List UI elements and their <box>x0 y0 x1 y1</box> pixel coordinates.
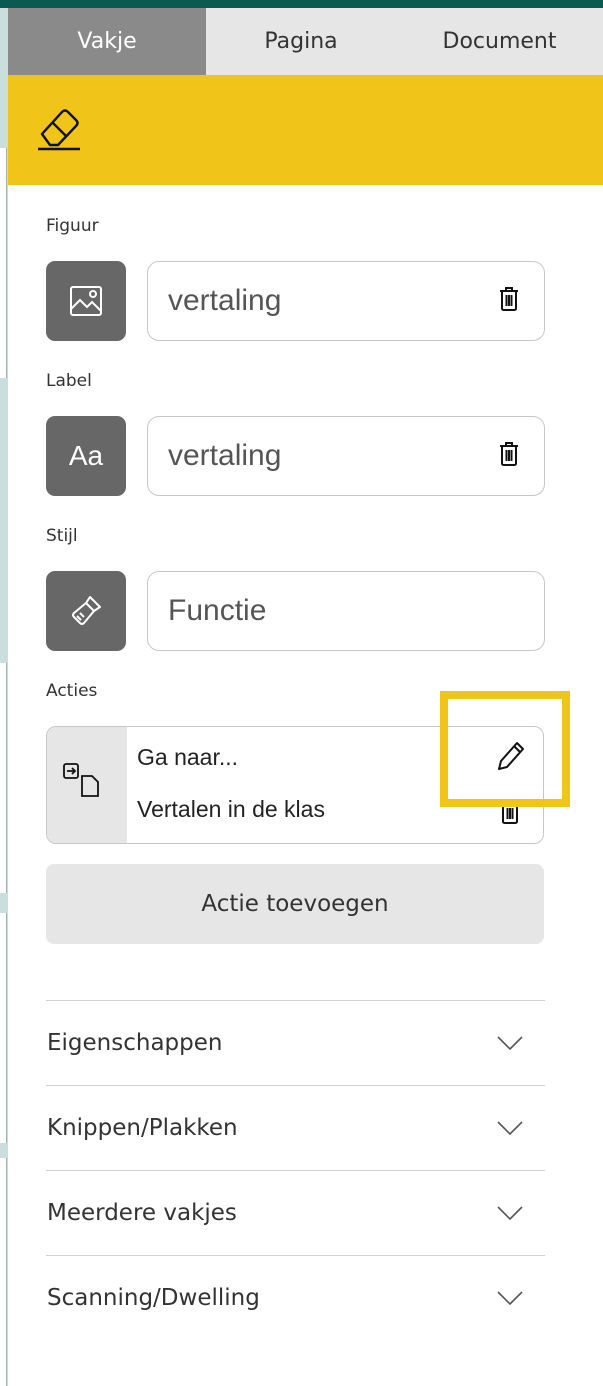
tool-banner <box>8 75 603 185</box>
figuur-label: Figuur <box>46 216 99 236</box>
acties-label: Acties <box>46 681 98 701</box>
accordion-knippen-plakken[interactable]: Knippen/Plakken <box>46 1085 545 1170</box>
accordion-label: Eigenschappen <box>47 1030 223 1056</box>
label-label: Label <box>46 371 92 391</box>
text-aa-icon[interactable]: Aa <box>46 416 126 496</box>
add-action-button[interactable]: Actie toevoegen <box>46 864 544 944</box>
paintbrush-icon[interactable] <box>46 571 126 651</box>
tab-bar: Vakje Pagina Document <box>8 8 603 75</box>
label-field[interactable]: vertaling <box>147 416 545 496</box>
trash-icon[interactable] <box>498 286 520 316</box>
accordion-eigenschappen[interactable]: Eigenschappen <box>46 1000 545 1085</box>
trash-icon[interactable] <box>498 441 520 471</box>
action-icon-area <box>47 727 127 843</box>
stijl-value: Functie <box>168 594 267 627</box>
tab-pagina[interactable]: Pagina <box>206 8 396 75</box>
chevron-down-icon <box>497 1036 523 1051</box>
highlight-box <box>440 691 570 807</box>
stijl-label: Stijl <box>46 526 78 546</box>
accordion-meerdere-vakjes[interactable]: Meerdere vakjes <box>46 1170 545 1255</box>
tab-vakje[interactable]: Vakje <box>8 8 206 75</box>
action-line: Vertalen in de klas <box>137 796 325 822</box>
chevron-down-icon <box>497 1291 523 1306</box>
eraser-icon[interactable] <box>36 102 84 152</box>
figuur-field[interactable]: vertaling <box>147 261 545 341</box>
accordion-label: Scanning/Dwelling <box>47 1285 260 1311</box>
background-window-strip <box>0 8 8 1386</box>
action-line: Ga naar... <box>137 744 239 770</box>
label-value: vertaling <box>168 439 282 472</box>
chevron-down-icon <box>497 1121 523 1136</box>
accordion-label: Knippen/Plakken <box>47 1115 238 1141</box>
goto-page-icon <box>63 763 99 797</box>
chevron-down-icon <box>497 1206 523 1221</box>
figuur-value: vertaling <box>168 284 282 317</box>
accordion-label: Meerdere vakjes <box>47 1200 237 1226</box>
image-icon[interactable] <box>46 261 126 341</box>
accordion-scanning-dwelling[interactable]: Scanning/Dwelling <box>46 1255 545 1340</box>
stijl-field[interactable]: Functie <box>147 571 545 651</box>
tab-document[interactable]: Document <box>396 8 603 75</box>
aa-text: Aa <box>68 440 104 471</box>
